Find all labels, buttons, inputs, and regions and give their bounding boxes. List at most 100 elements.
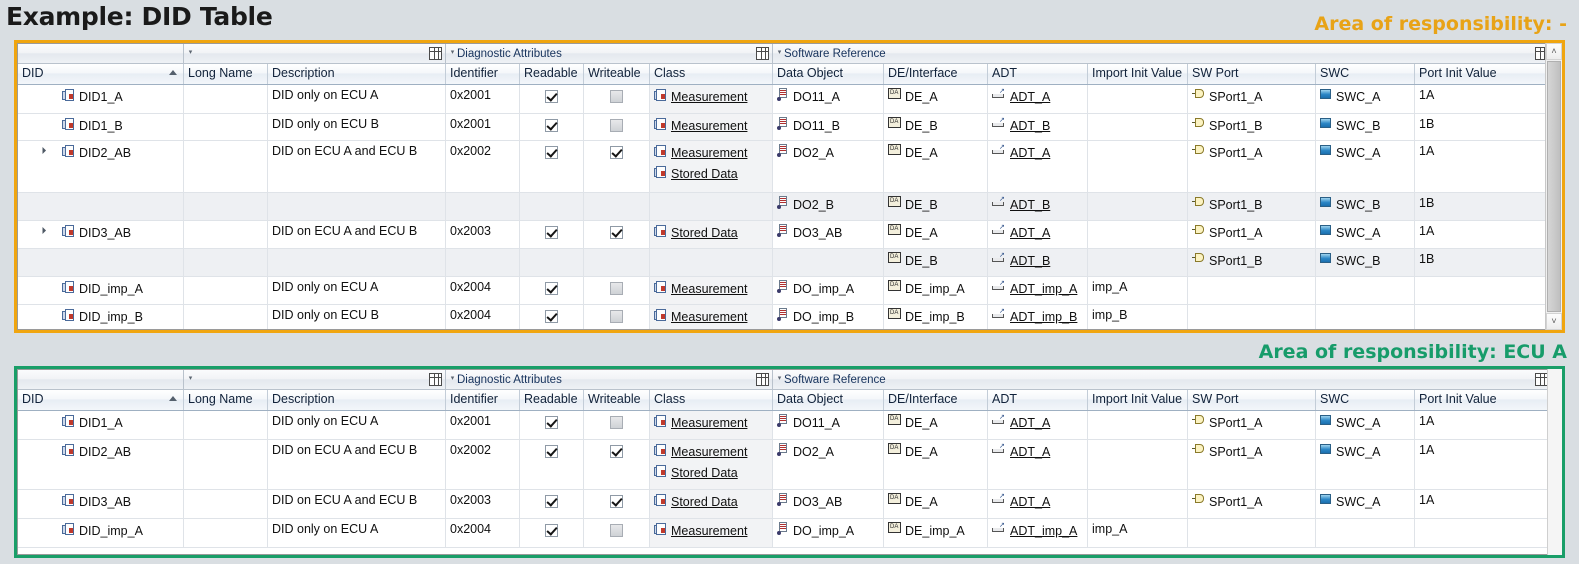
- column-header-did[interactable]: DID: [18, 390, 184, 410]
- data-object-entry[interactable]: DO11_A: [777, 88, 883, 106]
- adt-entry[interactable]: ↗ ADT_B: [992, 252, 1087, 270]
- table-row[interactable]: DID_imp_A DID only on ECU A 0x2004 Measurem…: [18, 277, 1561, 305]
- table-row[interactable]: DID1_A DID only on ECU A 0x2001 Measurement…: [18, 85, 1561, 114]
- data-object-entry[interactable]: DO11_A: [777, 414, 883, 432]
- group-header-blank-0[interactable]: [18, 370, 184, 389]
- checkbox[interactable]: [610, 416, 623, 430]
- checkbox[interactable]: [610, 146, 623, 160]
- class-entry[interactable]: Measurement: [654, 280, 772, 298]
- scroll-up-arrow-icon[interactable]: ˄: [1546, 43, 1562, 60]
- class-entry[interactable]: Measurement: [654, 414, 772, 432]
- group-collapse-triangle-icon[interactable]: ▾: [186, 49, 195, 56]
- adt-entry[interactable]: ↗ ADT_A: [992, 493, 1087, 511]
- data-object-entry[interactable]: DO_imp_A: [777, 280, 883, 298]
- table-row[interactable]: DID2_AB DID on ECU A and ECU B 0x2002 Measu…: [18, 141, 1561, 193]
- data-object-entry[interactable]: DO2_A: [777, 144, 883, 162]
- group-collapse-triangle-icon[interactable]: ▾: [448, 375, 457, 382]
- adt-entry[interactable]: ↗ ADT_A: [992, 88, 1087, 106]
- adt-entry[interactable]: ↗ ADT_imp_B: [992, 308, 1087, 326]
- sw-port-entry[interactable]: SPort1_A: [1192, 414, 1315, 432]
- column-header-identifier[interactable]: Identifier: [446, 64, 520, 84]
- group-grid-icon[interactable]: [429, 47, 442, 60]
- did-entry[interactable]: DID1_B: [22, 117, 183, 135]
- checkbox[interactable]: [610, 282, 623, 296]
- adt-entry[interactable]: ↗ ADT_A: [992, 443, 1087, 461]
- de-interface-entry[interactable]: DA DE_B: [888, 196, 987, 214]
- column-header-description[interactable]: Description: [268, 390, 446, 410]
- column-header-did[interactable]: DID: [18, 64, 184, 84]
- data-object-entry[interactable]: DO11_B: [777, 117, 883, 135]
- did-entry[interactable]: DID3_AB: [22, 224, 183, 242]
- class-entry[interactable]: Measurement: [654, 144, 772, 162]
- checkbox[interactable]: [545, 495, 558, 509]
- swc-entry[interactable]: SWC_A: [1320, 443, 1414, 461]
- column-header-data_object[interactable]: Data Object: [773, 64, 884, 84]
- de-interface-entry[interactable]: DA DE_imp_A: [888, 280, 987, 298]
- column-header-import_init[interactable]: Import Init Value: [1088, 390, 1188, 410]
- de-interface-entry[interactable]: DA DE_imp_B: [888, 308, 987, 326]
- column-header-swc[interactable]: SWC: [1316, 64, 1415, 84]
- checkbox[interactable]: [610, 524, 623, 538]
- swc-entry[interactable]: SWC_B: [1320, 117, 1414, 135]
- data-object-entry[interactable]: DO3_AB: [777, 493, 883, 511]
- did-entry[interactable]: DID_imp_A: [22, 522, 183, 540]
- group-header-software-reference[interactable]: ▾ Software Reference: [773, 370, 1552, 389]
- swc-entry[interactable]: SWC_A: [1320, 224, 1414, 242]
- de-interface-entry[interactable]: DA DE_A: [888, 144, 987, 162]
- column-header-long_name[interactable]: Long Name: [184, 64, 268, 84]
- sw-port-entry[interactable]: SPort1_B: [1192, 196, 1315, 214]
- de-interface-entry[interactable]: DA DE_A: [888, 224, 987, 242]
- did-entry[interactable]: DID1_A: [22, 414, 183, 432]
- swc-entry[interactable]: SWC_A: [1320, 88, 1414, 106]
- column-header-readable[interactable]: Readable: [520, 64, 584, 84]
- adt-entry[interactable]: ↗ ADT_B: [992, 196, 1087, 214]
- data-object-entry[interactable]: DO_imp_A: [777, 522, 883, 540]
- swc-entry[interactable]: SWC_A: [1320, 144, 1414, 162]
- column-header-import_init[interactable]: Import Init Value: [1088, 64, 1188, 84]
- swc-entry[interactable]: SWC_B: [1320, 252, 1414, 270]
- de-interface-entry[interactable]: DA DE_A: [888, 493, 987, 511]
- sw-port-entry[interactable]: SPort1_A: [1192, 144, 1315, 162]
- de-interface-entry[interactable]: DA DE_A: [888, 88, 987, 106]
- class-entry[interactable]: Measurement: [654, 308, 772, 326]
- de-interface-entry[interactable]: DA DE_A: [888, 443, 987, 461]
- did-entry[interactable]: DID2_AB: [22, 144, 183, 162]
- did-entry[interactable]: DID_imp_B: [22, 308, 183, 326]
- group-collapse-triangle-icon[interactable]: ▾: [775, 49, 784, 56]
- adt-entry[interactable]: ↗ ADT_A: [992, 144, 1087, 162]
- checkbox[interactable]: [545, 445, 558, 459]
- group-collapse-triangle-icon[interactable]: ▾: [775, 375, 784, 382]
- column-header-description[interactable]: Description: [268, 64, 446, 84]
- checkbox[interactable]: [545, 416, 558, 430]
- checkbox[interactable]: [545, 146, 558, 160]
- checkbox[interactable]: [610, 310, 623, 324]
- column-header-port_init[interactable]: Port Init Value: [1415, 64, 1556, 84]
- data-object-entry[interactable]: DO3_AB: [777, 224, 883, 242]
- class-entry[interactable]: Measurement: [654, 443, 772, 461]
- adt-entry[interactable]: ↗ ADT_B: [992, 117, 1087, 135]
- checkbox[interactable]: [610, 90, 623, 104]
- column-header-adt[interactable]: ADT: [988, 64, 1088, 84]
- vertical-scrollbar-a[interactable]: ˄ ˅: [1545, 43, 1562, 330]
- de-interface-entry[interactable]: DA DE_A: [888, 414, 987, 432]
- group-grid-icon[interactable]: [756, 373, 769, 386]
- sw-port-entry[interactable]: SPort1_A: [1192, 224, 1315, 242]
- checkbox[interactable]: [545, 310, 558, 324]
- group-collapse-triangle-icon[interactable]: ▾: [448, 49, 457, 56]
- data-object-entry[interactable]: DO_imp_B: [777, 308, 883, 326]
- de-interface-entry[interactable]: DA DE_imp_A: [888, 522, 987, 540]
- column-header-readable[interactable]: Readable: [520, 390, 584, 410]
- class-entry[interactable]: Measurement: [654, 522, 772, 540]
- table-row[interactable]: DID_imp_B DID only on ECU B 0x2004 Measurem…: [18, 305, 1561, 329]
- adt-entry[interactable]: ↗ ADT_A: [992, 414, 1087, 432]
- checkbox[interactable]: [545, 119, 558, 133]
- column-header-data_object[interactable]: Data Object: [773, 390, 884, 410]
- data-object-entry[interactable]: DO2_A: [777, 443, 883, 461]
- table-row[interactable]: DID_imp_A DID only on ECU A 0x2004 Measurem…: [18, 519, 1561, 548]
- group-header-blank-1[interactable]: ▾: [184, 44, 446, 63]
- checkbox[interactable]: [610, 495, 623, 509]
- group-header-blank-1[interactable]: ▾: [184, 370, 446, 389]
- group-header-diagnostic-attributes[interactable]: ▾ Diagnostic Attributes: [446, 370, 773, 389]
- swc-entry[interactable]: SWC_A: [1320, 493, 1414, 511]
- sw-port-entry[interactable]: SPort1_A: [1192, 88, 1315, 106]
